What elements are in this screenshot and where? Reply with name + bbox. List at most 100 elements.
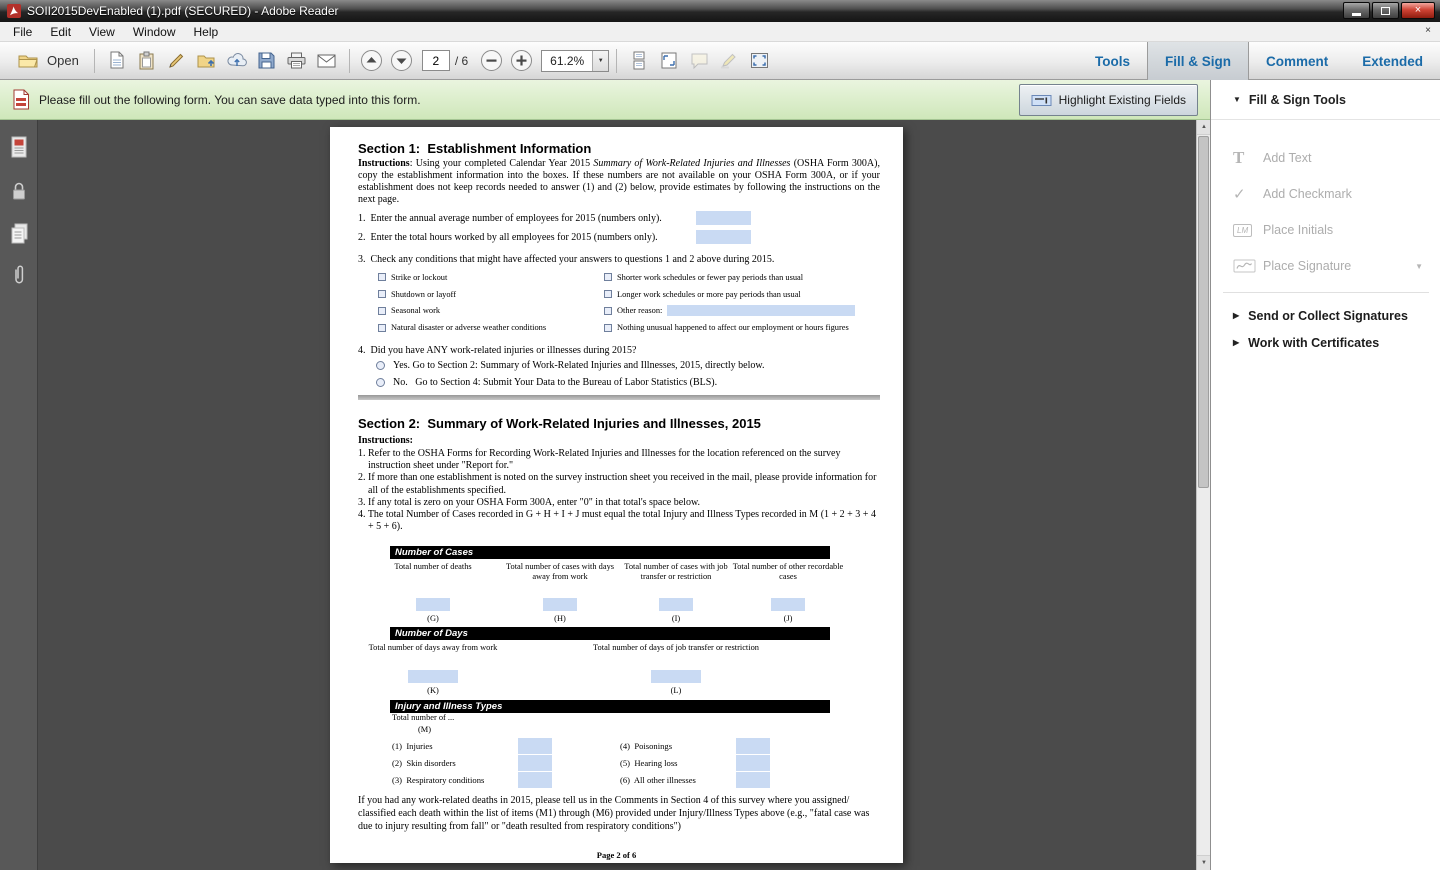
link-label: Send or Collect Signatures bbox=[1248, 309, 1408, 323]
other-recordable-cases-field[interactable] bbox=[771, 598, 805, 611]
all-other-illnesses-field[interactable] bbox=[736, 772, 770, 788]
scrolling-mode-button[interactable] bbox=[624, 47, 654, 74]
page-thumbnails-icon bbox=[10, 136, 28, 158]
type-label: (5) Hearing loss bbox=[620, 758, 736, 768]
hearing-loss-field[interactable] bbox=[736, 755, 770, 771]
zoom-out-icon bbox=[480, 49, 503, 72]
restore-button[interactable] bbox=[1372, 2, 1399, 19]
page-number-input[interactable] bbox=[422, 50, 450, 71]
longer-schedules-checkbox[interactable] bbox=[604, 290, 612, 298]
minimize-button[interactable] bbox=[1343, 2, 1370, 19]
scrolling-pages-icon bbox=[631, 51, 647, 70]
natural-disaster-checkbox[interactable] bbox=[378, 324, 386, 332]
save-button[interactable] bbox=[252, 47, 282, 74]
scroll-down-button[interactable]: ▼ bbox=[1197, 855, 1211, 870]
shorter-schedules-checkbox[interactable] bbox=[604, 273, 612, 281]
fullscreen-button[interactable] bbox=[744, 47, 774, 74]
attachments-button[interactable] bbox=[7, 262, 31, 288]
menu-help[interactable]: Help bbox=[185, 23, 228, 41]
question-2-label: 2. Enter the total hours worked by all e… bbox=[358, 232, 658, 243]
signature-dropdown-icon[interactable]: ▼ bbox=[1415, 262, 1423, 271]
tab-tools[interactable]: Tools bbox=[1078, 42, 1147, 80]
menu-edit[interactable]: Edit bbox=[41, 23, 80, 41]
save-copy-button[interactable] bbox=[102, 47, 132, 74]
add-text-tool[interactable]: T Add Text bbox=[1211, 140, 1440, 176]
print-button[interactable] bbox=[282, 47, 312, 74]
add-checkmark-tool[interactable]: ✓ Add Checkmark bbox=[1211, 176, 1440, 212]
seasonal-work-checkbox[interactable] bbox=[378, 307, 386, 315]
tab-extended[interactable]: Extended bbox=[1345, 42, 1440, 80]
days-transfer-total-field[interactable] bbox=[651, 670, 701, 683]
next-page-button[interactable] bbox=[387, 47, 417, 74]
check-glyph: ✓ bbox=[1233, 185, 1246, 203]
zoom-dropdown-arrow-icon[interactable]: ▼ bbox=[592, 51, 608, 71]
bookmarks-button[interactable] bbox=[7, 220, 31, 246]
pdf-page: Section 1: Establishment Information Ins… bbox=[330, 127, 903, 863]
menu-file[interactable]: File bbox=[4, 23, 41, 41]
tab-comment[interactable]: Comment bbox=[1249, 42, 1345, 80]
respiratory-conditions-field[interactable] bbox=[518, 772, 552, 788]
scroll-up-button[interactable]: ▲ bbox=[1197, 120, 1211, 135]
employees-number-field[interactable] bbox=[696, 211, 751, 225]
poisonings-field[interactable] bbox=[736, 738, 770, 754]
injuries-field[interactable] bbox=[518, 738, 552, 754]
scrollbar-thumb[interactable] bbox=[1198, 136, 1209, 488]
conditions-left-column: Strike or lockout Shutdown or layoff Sea… bbox=[378, 269, 602, 336]
sign-button[interactable] bbox=[162, 47, 192, 74]
fit-page-button[interactable] bbox=[654, 47, 684, 74]
send-file-button[interactable] bbox=[192, 47, 222, 74]
place-signature-tool[interactable]: Place Signature ▼ bbox=[1211, 248, 1440, 284]
security-settings-button[interactable] bbox=[7, 178, 31, 204]
other-reason-checkbox[interactable] bbox=[604, 307, 612, 315]
column-header: Total number of days away from work bbox=[358, 643, 508, 670]
job-transfer-cases-field[interactable] bbox=[659, 598, 693, 611]
vertical-scrollbar[interactable]: ▲ ▼ bbox=[1196, 120, 1210, 870]
tab-fill-sign[interactable]: Fill & Sign bbox=[1147, 42, 1249, 80]
strike-lockout-checkbox[interactable] bbox=[378, 273, 386, 281]
email-button[interactable] bbox=[312, 47, 342, 74]
work-with-certificates-link[interactable]: ▶ Work with Certificates bbox=[1211, 329, 1440, 356]
add-text-icon: T bbox=[1233, 148, 1263, 168]
days-away-cases-field[interactable] bbox=[543, 598, 577, 611]
fill-sign-tools-header[interactable]: ▼ Fill & Sign Tools bbox=[1211, 80, 1440, 120]
type-label: (3) Respiratory conditions bbox=[392, 775, 518, 785]
column-header: Total number of deaths bbox=[373, 562, 493, 598]
checkbox-label: Seasonal work bbox=[391, 306, 440, 315]
no-radio-button[interactable] bbox=[376, 378, 385, 387]
total-hours-field[interactable] bbox=[696, 230, 751, 244]
open-folder-icon bbox=[18, 53, 40, 69]
other-reason-field[interactable] bbox=[667, 305, 855, 316]
menubar-close-icon[interactable]: × bbox=[1425, 25, 1431, 36]
highlight-tool-button[interactable] bbox=[714, 47, 744, 74]
days-away-total-field[interactable] bbox=[408, 670, 458, 683]
column-header: Total number of cases with days away fro… bbox=[500, 562, 620, 598]
scroll-up-icon: ▲ bbox=[1201, 124, 1207, 130]
menu-window[interactable]: Window bbox=[124, 23, 185, 41]
zoom-out-button[interactable] bbox=[476, 47, 506, 74]
comment-tool-button[interactable] bbox=[684, 47, 714, 74]
checkbox-label: Natural disaster or adverse weather cond… bbox=[391, 323, 546, 332]
upload-button[interactable] bbox=[222, 47, 252, 74]
zoom-level-select[interactable]: 61.2% ▼ bbox=[541, 50, 609, 72]
zoom-in-button[interactable] bbox=[506, 47, 536, 74]
send-collect-signatures-link[interactable]: ▶ Send or Collect Signatures bbox=[1211, 302, 1440, 329]
shutdown-layoff-checkbox[interactable] bbox=[378, 290, 386, 298]
tool-label: Add Checkmark bbox=[1263, 187, 1352, 201]
nothing-unusual-checkbox[interactable] bbox=[604, 324, 612, 332]
skin-disorders-field[interactable] bbox=[518, 755, 552, 771]
previous-page-button[interactable] bbox=[357, 47, 387, 74]
toolbar-separator bbox=[616, 49, 617, 73]
paste-button[interactable] bbox=[132, 47, 162, 74]
page-thumbnails-button[interactable] bbox=[7, 134, 31, 160]
pdf-form-icon bbox=[12, 89, 30, 110]
highlight-existing-fields-button[interactable]: Highlight Existing Fields bbox=[1019, 84, 1198, 116]
deaths-total-field[interactable] bbox=[416, 598, 450, 611]
open-button[interactable]: Open bbox=[10, 49, 87, 73]
column-letter: (G) bbox=[373, 614, 493, 624]
close-button[interactable]: × bbox=[1401, 2, 1435, 19]
fill-sign-panel: ▼ Fill & Sign Tools T Add Text ✓ Add Che… bbox=[1210, 80, 1440, 870]
injury-illness-types-header: Injury and Illness Types bbox=[390, 700, 830, 713]
menu-view[interactable]: View bbox=[80, 23, 124, 41]
yes-radio-button[interactable] bbox=[376, 361, 385, 370]
place-initials-tool[interactable]: LM Place Initials bbox=[1211, 212, 1440, 248]
